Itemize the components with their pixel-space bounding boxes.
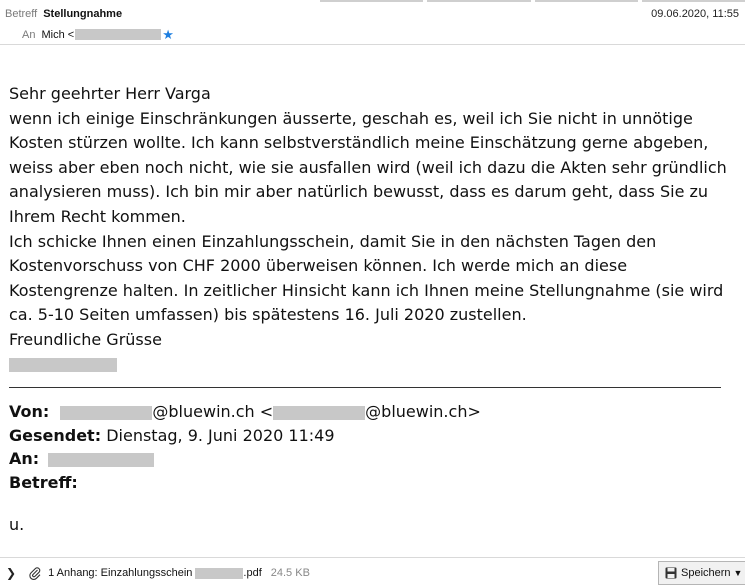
quoted-to-label: An: [9,449,40,468]
quoted-header: Von: @bluewin.ch < @bluewin.ch> Gesendet:… [9,400,734,494]
attachment-extension: .pdf [243,567,262,579]
subject-label: Betreff [5,8,38,20]
quoted-subject-label: Betreff: [9,472,78,492]
redacted-signature [9,357,117,372]
redacted-recipient [48,452,155,467]
redacted-email [75,29,162,40]
quoted-sent-row: Gesendet: Dienstag, 9. Juni 2020 11:49 [9,424,734,448]
body-paragraph-1: wenn ich einige Einschränkungen äusserte… [9,108,727,226]
save-disk-icon [665,567,677,579]
quoted-from-label: Von: [9,402,50,421]
save-label: Speichern [681,567,731,579]
attachment-link[interactable]: 1 Anhang: Einzahlungsschein .pdf [48,567,262,579]
subject-row: Betreff Stellungnahme [5,8,122,20]
to-label: An [22,28,36,41]
subject-text: Stellungnahme [43,8,123,20]
body-paragraph-2: Ich schicke Ihnen einen Einzahlungsschei… [9,231,724,325]
save-button[interactable]: Speichern ▼ [658,561,745,585]
star-icon[interactable]: ★ [162,28,174,41]
quoted-sent-value: Dienstag, 9. Juni 2020 11:49 [106,425,335,445]
greeting: Sehr geehrter Herr Varga [9,84,211,103]
quoted-body: u. [9,515,25,534]
message-date: 09.06.2020, 11:55 [651,8,739,20]
attachment-bar: ❯ 1 Anhang: Einzahlungsschein .pdf 24.5 … [0,557,745,588]
paperclip-icon [29,567,41,580]
recipient-row: An Mich < ★ [22,28,174,41]
message-header: Betreff Stellungnahme 09.06.2020, 11:55 … [0,0,745,45]
chevron-right-icon[interactable]: ❯ [6,566,16,580]
quoted-from-domain-1: @bluewin.ch < [152,402,274,421]
header-toolbar-edges [320,0,745,3]
recipient-name[interactable]: Mich < [41,29,74,41]
attachment-label: 1 Anhang: Einzahlungsschein [48,567,193,579]
redacted-filename [195,567,244,579]
attachment-size: 24.5 KB [270,567,310,579]
quoted-subject-row: Betreff: [9,471,734,495]
quote-divider [9,387,721,388]
message-body: Sehr geehrter Herr Varga wenn ich einige… [9,82,734,372]
dropdown-arrow-icon[interactable]: ▼ [734,568,743,578]
quoted-to-row: An: [9,447,734,471]
redacted-sender-address [273,405,366,420]
quoted-from-domain-2: @bluewin.ch> [365,402,481,421]
redacted-sender [60,405,153,420]
closing: Freundliche Grüsse [9,329,162,349]
quoted-from-row: Von: @bluewin.ch < @bluewin.ch> [9,400,734,424]
quoted-sent-label: Gesendet: [9,425,102,445]
